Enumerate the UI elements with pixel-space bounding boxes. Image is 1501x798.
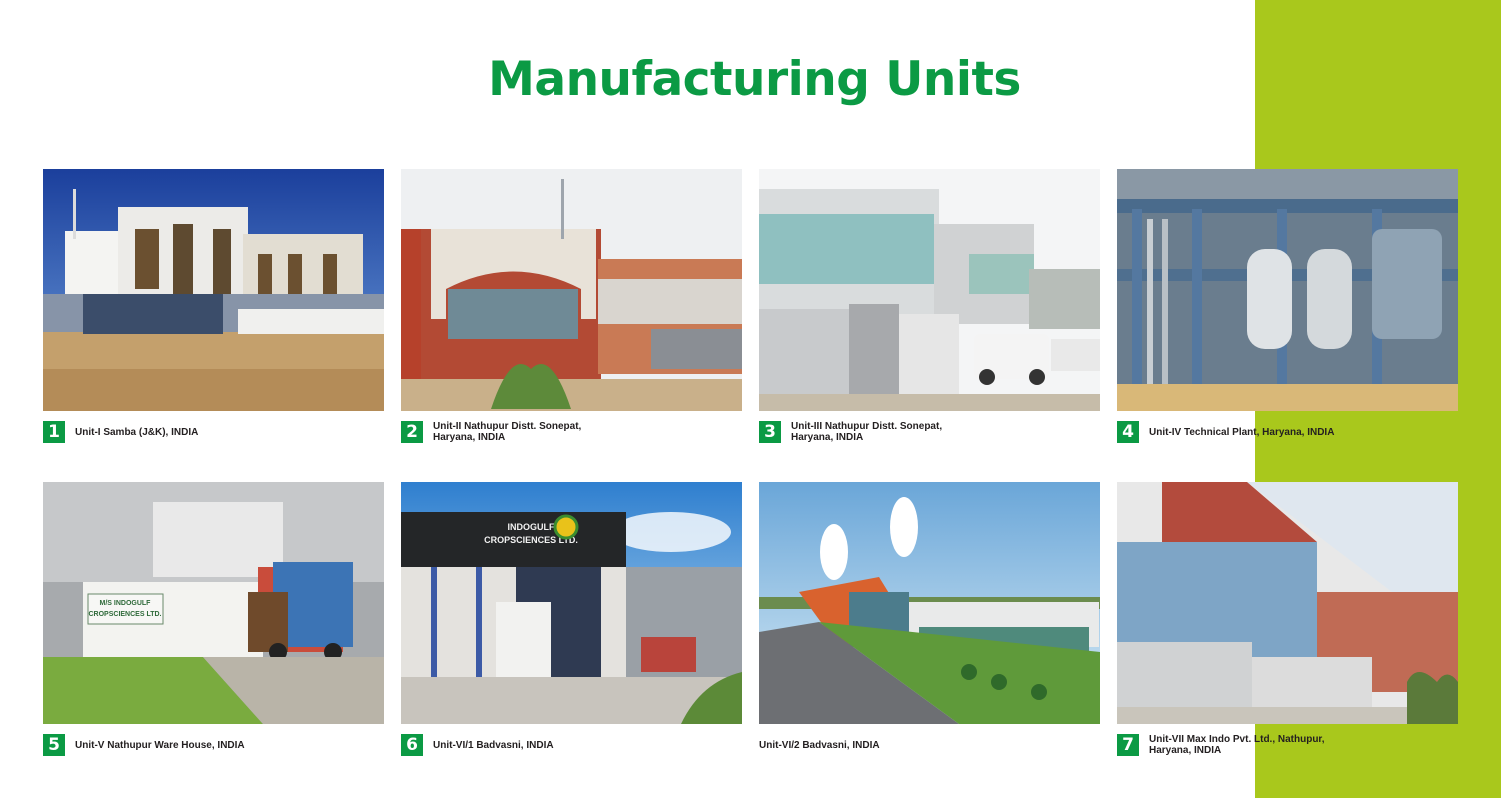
- unit-6-2-caption: Unit-VI/2 Badvasni, INDIA: [759, 732, 1159, 758]
- unit-caption-text: Unit-VI/2 Badvasni, INDIA: [759, 739, 880, 751]
- unit-7-photo: [1117, 482, 1458, 724]
- unit-caption-text: Unit-III Nathupur Distt. Sonepat, Haryan…: [791, 421, 943, 443]
- unit-number-badge: 1: [43, 421, 65, 443]
- unit-number-badge: 3: [759, 421, 781, 443]
- unit-4-photo: [1117, 169, 1458, 411]
- unit-6-caption: 6 Unit-VI/1 Badvasni, INDIA: [401, 732, 801, 758]
- unit-1-caption: 1 Unit-I Samba (J&K), INDIA: [43, 419, 443, 445]
- unit-2-photo: [401, 169, 742, 411]
- page-title: Manufacturing Units: [488, 52, 1021, 107]
- unit-number-badge: 2: [401, 421, 423, 443]
- unit-5-photo: M/S INDOGULF CROPSCIENCES LTD.: [43, 482, 384, 724]
- unit-6-2-photo: [759, 482, 1100, 724]
- unit-1-photo: [43, 169, 384, 411]
- building-sign-line-1: INDOGULF: [508, 522, 555, 532]
- unit-number-badge: 4: [1117, 421, 1139, 443]
- unit-caption-text: Unit-II Nathupur Distt. Sonepat, Haryana…: [433, 421, 582, 443]
- unit-5-caption: 5 Unit-V Nathupur Ware House, INDIA: [43, 732, 443, 758]
- unit-number-badge: 5: [43, 734, 65, 756]
- unit-7-caption: 7 Unit-VII Max Indo Pvt. Ltd., Nathupur,…: [1117, 732, 1501, 758]
- unit-number-badge: 7: [1117, 734, 1139, 756]
- unit-caption-text: Unit-VII Max Indo Pvt. Ltd., Nathupur, H…: [1149, 734, 1325, 756]
- warehouse-sign-line-2: CROPSCIENCES LTD.: [89, 611, 162, 618]
- warehouse-sign-line-1: M/S INDOGULF: [100, 600, 152, 607]
- unit-4-caption: 4 Unit-IV Technical Plant, Haryana, INDI…: [1117, 419, 1501, 445]
- unit-6-photo: INDOGULF CROPSCIENCES LTD.: [401, 482, 742, 724]
- unit-caption-text: Unit-I Samba (J&K), INDIA: [75, 426, 199, 438]
- unit-3-caption: 3 Unit-III Nathupur Distt. Sonepat, Hary…: [759, 419, 1159, 445]
- unit-3-photo: [759, 169, 1100, 411]
- unit-caption-text: Unit-V Nathupur Ware House, INDIA: [75, 739, 245, 751]
- unit-2-caption: 2 Unit-II Nathupur Distt. Sonepat, Harya…: [401, 419, 801, 445]
- unit-caption-text: Unit-VI/1 Badvasni, INDIA: [433, 739, 554, 751]
- unit-caption-text: Unit-IV Technical Plant, Haryana, INDIA: [1149, 426, 1335, 438]
- unit-number-badge: 6: [401, 734, 423, 756]
